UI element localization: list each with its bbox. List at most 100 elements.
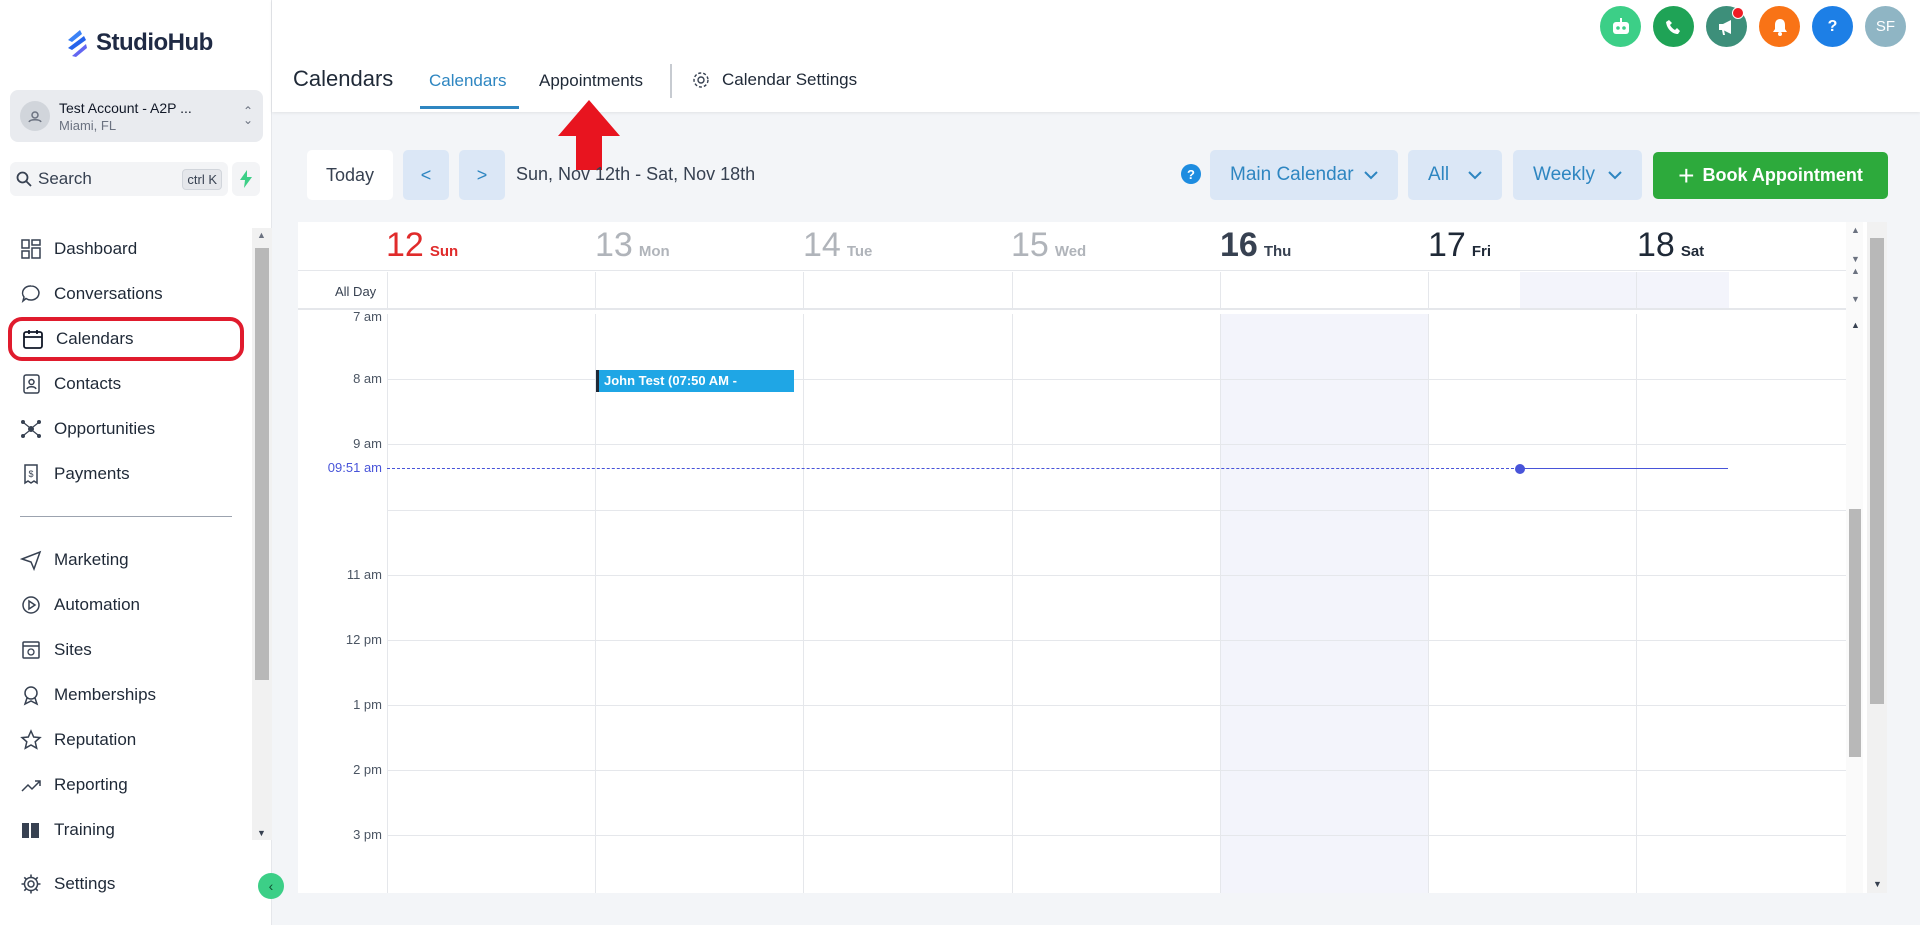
time-label: 9 am xyxy=(353,436,382,451)
time-label: 3 pm xyxy=(353,827,382,842)
sidebar-item-reputation[interactable]: Reputation xyxy=(0,720,252,760)
gear-icon xyxy=(693,72,709,88)
sites-icon xyxy=(22,641,40,659)
badge-icon xyxy=(23,686,39,706)
sidebar-item-label: Conversations xyxy=(54,284,163,303)
sidebar-item-label: Memberships xyxy=(54,685,157,704)
active-tab-indicator xyxy=(420,106,519,109)
sidebar-item-sites[interactable]: Sites xyxy=(0,630,252,670)
scroll-up-icon[interactable]: ▲ xyxy=(257,230,266,240)
sidebar-item-dashboard[interactable]: Dashboard xyxy=(0,229,252,269)
calendar-select[interactable]: Main Calendar xyxy=(1210,150,1398,200)
sidebar-item-marketing[interactable]: Marketing xyxy=(0,540,252,580)
plus-icon: + xyxy=(1678,159,1695,191)
select-value: Main Calendar xyxy=(1230,164,1354,185)
dashboard-icon xyxy=(21,239,41,259)
collapse-sidebar-button[interactable]: ‹ xyxy=(258,873,284,899)
bell-icon xyxy=(1772,18,1787,36)
time-label: 7 am xyxy=(353,309,382,324)
chevron-down-icon xyxy=(1364,170,1378,179)
time-label: 2 pm xyxy=(353,762,382,777)
trend-icon xyxy=(21,780,41,792)
sidebar-item-contacts[interactable]: Contacts xyxy=(0,364,252,404)
star-icon xyxy=(20,729,42,750)
current-time-label: 09:51 am xyxy=(327,460,382,475)
svg-text:$: $ xyxy=(28,469,33,479)
account-switcher[interactable]: Test Account - A2P ... Miami, FL ⌃ ⌄ xyxy=(10,90,263,142)
search-input[interactable]: Search ctrl K xyxy=(10,162,228,196)
phone-button[interactable] xyxy=(1653,6,1694,47)
scrollbar-thumb[interactable] xyxy=(1849,509,1861,757)
time-grid[interactable]: 7 am 8 am 9 am 11 am 12 pm 1 pm 2 pm 3 p… xyxy=(298,309,1846,893)
sidebar-item-reporting[interactable]: Reporting xyxy=(0,765,252,805)
day-header-sun[interactable]: 12 Sun xyxy=(386,226,458,265)
today-button[interactable]: Today xyxy=(307,150,393,200)
help-button[interactable]: ? xyxy=(1812,6,1853,47)
sidebar-item-memberships[interactable]: Memberships xyxy=(0,675,252,715)
announcements-button[interactable] xyxy=(1706,6,1747,47)
sidebar-item-settings[interactable]: Settings xyxy=(0,864,252,904)
robot-icon xyxy=(1612,17,1629,34)
sidebar-item-automation[interactable]: Automation xyxy=(0,585,252,625)
annotation-arrow-icon xyxy=(558,100,620,170)
quick-action-button[interactable] xyxy=(232,162,260,196)
sidebar-item-training[interactable]: Training xyxy=(0,810,252,850)
page-title: Calendars xyxy=(293,66,394,91)
filter-select[interactable]: All xyxy=(1408,150,1502,200)
day-header-sat[interactable]: 18 Sat xyxy=(1637,226,1704,265)
sidebar-item-payments[interactable]: $ Payments xyxy=(0,454,252,494)
prev-week-button[interactable]: < xyxy=(403,150,449,200)
day-header-wed[interactable]: 15 Wed xyxy=(1011,226,1086,265)
sidebar-item-label: Marketing xyxy=(54,550,129,569)
current-time-dot xyxy=(1515,464,1525,474)
scroll-up-icon[interactable]: ▲ xyxy=(1851,225,1860,235)
scrollbar-thumb[interactable] xyxy=(1870,238,1884,704)
calendar-scrollbar[interactable]: ▼ xyxy=(1867,222,1887,893)
account-location: Miami, FL xyxy=(59,117,117,133)
sidebar-item-opportunities[interactable]: Opportunities xyxy=(0,409,252,449)
day-header-fri[interactable]: 17 Fri xyxy=(1428,226,1491,265)
sidebar-item-calendars[interactable]: Calendars xyxy=(8,317,244,361)
view-select[interactable]: Weekly xyxy=(1513,150,1642,200)
scroll-down-icon[interactable]: ▼ xyxy=(1873,879,1882,889)
sidebar-item-label: Contacts xyxy=(54,374,122,393)
time-label: 12 pm xyxy=(345,632,382,647)
notifications-button[interactable] xyxy=(1759,6,1800,47)
sidebar-item-label: Calendars xyxy=(56,329,134,348)
sidebar-scrollbar[interactable]: ▲ ▼ xyxy=(252,228,272,840)
studiohub-logo[interactable]: StudioHub xyxy=(64,28,213,58)
search-label: Search xyxy=(38,169,92,188)
scrollbar-thumb[interactable] xyxy=(255,248,269,680)
day-header-mon[interactable]: 13 Mon xyxy=(595,226,670,265)
time-label: 8 am xyxy=(353,371,382,386)
scroll-down-icon[interactable]: ▼ xyxy=(1851,254,1860,264)
tab-calendar-settings[interactable]: Calendar Settings xyxy=(690,69,857,91)
bot-button[interactable] xyxy=(1600,6,1641,47)
header-scrollbar[interactable]: ▲ ▼ ▲ ▼ ▲ xyxy=(1846,222,1863,893)
tab-calendars[interactable]: Calendars xyxy=(429,71,507,91)
chat-icon xyxy=(21,285,40,304)
scroll-up-icon[interactable]: ▲ xyxy=(1851,320,1860,330)
next-week-button[interactable]: > xyxy=(459,150,505,200)
sidebar-item-label: Sites xyxy=(54,640,92,659)
tab-appointments[interactable]: Appointments xyxy=(539,71,643,91)
week-calendar: 12 Sun 13 Mon 14 Tue 15 Wed 16 Thu 17 Fri 18 Sa… xyxy=(298,222,1887,893)
contacts-icon xyxy=(23,374,40,394)
day-header-thu[interactable]: 16 Thu xyxy=(1220,226,1291,265)
book-appointment-button[interactable]: + Book Appointment xyxy=(1653,152,1888,199)
top-action-icons: ? SF xyxy=(1600,6,1906,47)
phone-icon xyxy=(1665,19,1680,34)
gear-icon xyxy=(21,874,41,894)
user-avatar[interactable]: SF xyxy=(1865,6,1906,47)
button-label: Book Appointment xyxy=(1702,165,1863,185)
sidebar-item-label: Automation xyxy=(54,595,140,614)
scroll-down-icon[interactable]: ▼ xyxy=(1851,294,1860,304)
appointment-event[interactable]: John Test (07:50 AM - xyxy=(596,370,794,392)
help-icon[interactable]: ? xyxy=(1181,164,1201,184)
chevron-left-icon: ‹ xyxy=(268,878,274,894)
scroll-up-icon[interactable]: ▲ xyxy=(1851,266,1860,276)
automation-icon xyxy=(22,596,40,614)
scroll-down-icon[interactable]: ▼ xyxy=(257,828,266,838)
day-header-tue[interactable]: 14 Tue xyxy=(803,226,872,265)
sidebar-item-conversations[interactable]: Conversations xyxy=(0,274,252,314)
